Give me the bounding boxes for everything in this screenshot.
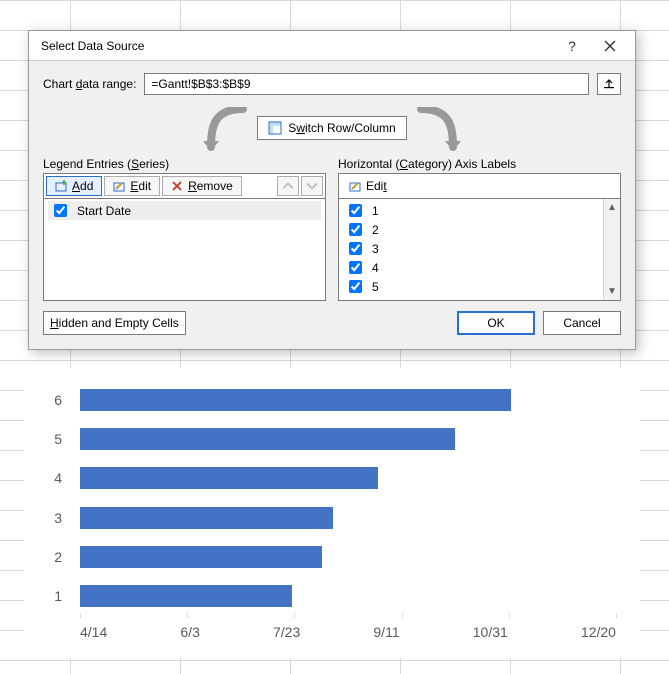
bar-chart[interactable]: 6 5 4 3 2 1 4/14 6/3 7/23 9/11 10/31 12/20 [24,368,640,658]
chevron-down-icon [306,180,318,192]
edit-icon [349,180,361,192]
x-tick [509,613,510,618]
select-data-source-dialog: Select Data Source ? Chart data range: [28,30,636,350]
category-item[interactable]: 4 [343,258,616,277]
switch-icon [268,121,282,135]
dialog-title: Select Data Source [41,39,553,53]
scroll-up-icon[interactable]: ▲ [604,199,620,216]
bar[interactable] [80,428,455,450]
arrow-right-curve-icon [411,107,471,151]
bar-row [80,380,616,419]
y-axis-label: 5 [24,431,72,447]
hidden-empty-cells-button[interactable]: Hidden and Empty Cells [43,311,186,335]
bar-row [80,537,616,576]
remove-series-button[interactable]: Remove [162,176,242,196]
x-tick [294,613,295,618]
series-checkbox[interactable] [54,204,67,217]
category-checkbox[interactable] [349,204,362,217]
category-item[interactable]: 3 [343,239,616,258]
x-axis-label: 10/31 [473,624,508,644]
category-item[interactable]: 5 [343,277,616,296]
bar[interactable] [80,467,378,489]
bar[interactable] [80,546,322,568]
x-axis-label: 6/3 [180,624,199,644]
category-item[interactable]: 1 [343,201,616,220]
cancel-button[interactable]: Cancel [543,311,621,335]
help-button[interactable]: ? [553,32,591,60]
bar[interactable] [80,389,511,411]
add-icon [55,180,67,192]
y-axis-label: 1 [24,588,72,604]
bar-row [80,419,616,458]
collapse-dialog-icon[interactable] [597,73,621,95]
category-label: 2 [372,223,379,237]
edit-series-button[interactable]: Edit [104,176,160,196]
category-listbox[interactable]: 1 2 3 4 5 ▲ ▼ [338,199,621,301]
scroll-down-icon[interactable]: ▼ [604,283,620,300]
series-listbox[interactable]: Start Date [43,199,326,301]
series-item[interactable]: Start Date [48,201,321,220]
category-label: 3 [372,242,379,256]
category-checkbox[interactable] [349,242,362,255]
chart-data-range-input[interactable] [144,73,589,95]
series-label: Start Date [77,204,131,218]
category-label: 5 [372,280,379,294]
x-axis-label: 9/11 [373,624,399,644]
bar[interactable] [80,507,333,529]
edit-icon [113,180,125,192]
chart-data-range-label: Chart data range: [43,77,136,91]
category-checkbox[interactable] [349,261,362,274]
category-item[interactable]: 2 [343,220,616,239]
add-series-button[interactable]: Add [46,176,102,196]
move-up-button[interactable] [277,176,299,196]
bar-row [80,498,616,537]
axis-labels-header: Horizontal (Category) Axis Labels [338,157,621,171]
y-axis-label: 3 [24,510,72,526]
x-tick [80,613,81,618]
move-down-button[interactable] [301,176,323,196]
category-label: 4 [372,261,379,275]
category-checkbox[interactable] [349,223,362,236]
arrow-left-curve-icon [193,107,253,151]
x-tick [616,613,617,618]
legend-entries-panel: Legend Entries (Series) Add Edit Remove [43,157,326,301]
category-label: 1 [372,204,379,218]
x-axis-label: 4/14 [80,624,107,644]
switch-row-column-button[interactable]: Switch Row/Column [257,116,406,140]
bar-row [80,459,616,498]
chevron-up-icon [282,180,294,192]
y-axis-label: 4 [24,470,72,486]
scrollbar[interactable]: ▲ ▼ [603,199,620,300]
y-axis-label: 2 [24,549,72,565]
bar[interactable] [80,585,292,607]
x-tick [187,613,188,618]
axis-labels-panel: Horizontal (Category) Axis Labels Edit 1… [338,157,621,301]
category-checkbox[interactable] [349,280,362,293]
remove-icon [171,180,183,192]
bar-row [80,577,616,616]
legend-entries-header: Legend Entries (Series) [43,157,326,171]
ok-button[interactable]: OK [457,311,535,335]
close-button[interactable] [591,32,629,60]
x-tick [402,613,403,618]
edit-axis-button[interactable]: Edit [341,176,395,196]
y-axis-label: 6 [24,392,72,408]
x-axis-label: 12/20 [581,624,616,644]
dialog-titlebar: Select Data Source ? [29,31,635,61]
x-axis-label: 7/23 [273,624,300,644]
